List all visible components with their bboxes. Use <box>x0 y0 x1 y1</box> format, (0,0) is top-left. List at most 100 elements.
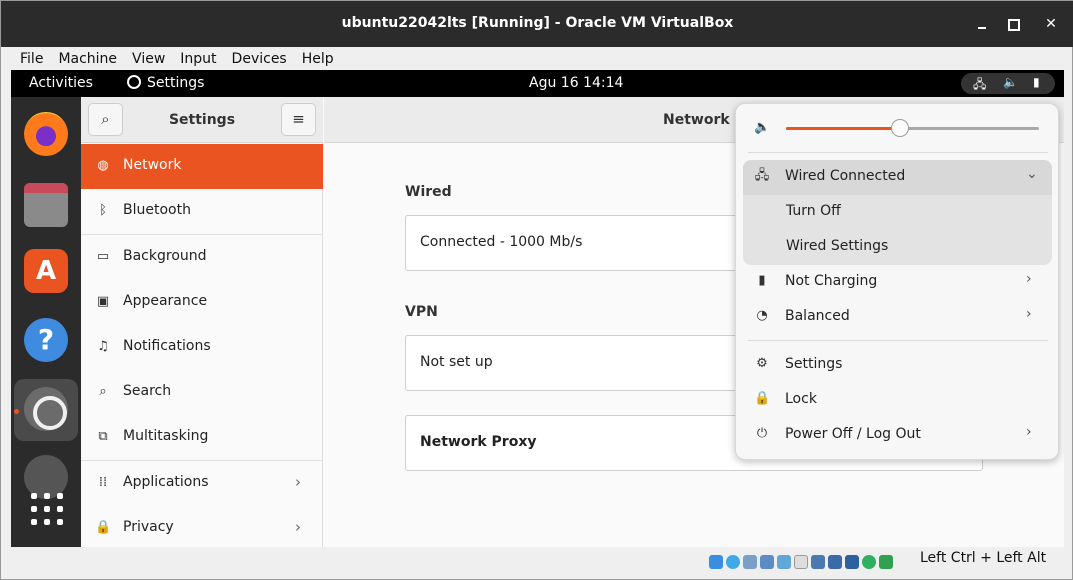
battery-label: Not Charging <box>785 273 878 289</box>
turn-off-item[interactable]: Turn Off <box>736 195 1060 228</box>
settings-sidebar: ⌕ Settings ≡ ◍ Network ᛒ Bluetooth ▭ Bac… <box>81 97 323 547</box>
wired-section-label: Wired <box>405 184 452 200</box>
menu-view[interactable]: View <box>123 47 171 69</box>
maximize-button[interactable] <box>1003 14 1023 34</box>
volume-slider[interactable] <box>786 119 1039 137</box>
menu-help[interactable]: Help <box>293 47 340 69</box>
virtualization-icon[interactable] <box>845 554 859 569</box>
search-icon: ⌕ <box>99 384 107 399</box>
power-mode-icon: ◔ <box>756 308 768 323</box>
power-item[interactable]: ⏻ Power Off / Log Out › <box>736 418 1060 451</box>
vpn-status: Not set up <box>420 354 493 370</box>
app-menu[interactable]: Settings <box>127 75 204 91</box>
gear-icon: ⚙ <box>756 356 768 371</box>
menu-devices[interactable]: Devices <box>223 47 293 69</box>
network-adapter-icon[interactable] <box>760 554 774 569</box>
divider <box>748 152 1048 153</box>
sidebar-item-label: Privacy <box>123 519 174 535</box>
hamburger-icon: ≡ <box>292 110 305 128</box>
network-proxy-label: Network Proxy <box>420 434 537 450</box>
battery-item[interactable]: ▮ Not Charging › <box>736 265 1060 298</box>
activities-button[interactable]: Activities <box>29 75 93 91</box>
network-icon: 🖧 <box>754 168 770 183</box>
guest-screen: Activities Settings Agu 16 14:14 🖧 🔈 ▮ A… <box>11 70 1064 547</box>
sidebar-item-label: Multitasking <box>123 428 209 444</box>
optical-drive-icon[interactable] <box>726 554 740 569</box>
chevron-right-icon: › <box>1026 424 1032 440</box>
show-apps-icon[interactable] <box>31 493 63 525</box>
hard-disk-icon[interactable] <box>709 554 723 569</box>
background-icon: ▭ <box>96 249 110 264</box>
sidebar-item-applications[interactable]: ⁞⁞ Applications › <box>81 461 323 506</box>
lock-label: Lock <box>785 391 817 407</box>
audio-icon[interactable] <box>743 554 757 569</box>
system-status-area[interactable]: 🖧 🔈 ▮ <box>961 73 1055 94</box>
files-icon[interactable] <box>24 183 68 227</box>
status-icons <box>709 551 896 570</box>
minimize-button[interactable] <box>972 14 992 34</box>
divider <box>748 340 1048 341</box>
host-menubar: File Machine View Input Devices Help <box>11 47 1064 70</box>
keyboard-icon[interactable] <box>879 554 893 569</box>
lock-icon: 🔒 <box>754 391 771 406</box>
wired-settings-item[interactable]: Wired Settings <box>736 230 1060 263</box>
menu-file[interactable]: File <box>11 47 49 69</box>
sidebar-item-background[interactable]: ▭ Background <box>81 235 323 280</box>
power-mode-item[interactable]: ◔ Balanced › <box>736 300 1060 333</box>
close-button[interactable]: ✕ <box>1041 14 1061 34</box>
settings-icon[interactable] <box>24 387 68 431</box>
host-title-bar: ubuntu22042lts [Running] - Oracle VM Vir… <box>1 1 1073 47</box>
usb-icon[interactable] <box>777 554 791 569</box>
sidebar-item-privacy[interactable]: 🔒 Privacy › <box>81 506 323 547</box>
network-icon: 🖧 <box>973 77 987 91</box>
help-icon[interactable]: ? <box>24 318 68 362</box>
chevron-down-icon: ⌄ <box>1026 166 1038 182</box>
software-icon[interactable]: A <box>24 249 68 293</box>
system-menu-popover: 🔈 🖧 Wired Connected ⌄ Turn Off Wired Set… <box>735 103 1059 460</box>
volume-icon: 🔈 <box>754 120 771 135</box>
sidebar-item-network[interactable]: ◍ Network <box>81 144 323 189</box>
sidebar-item-search[interactable]: ⌕ Search <box>81 370 323 415</box>
appearance-icon: ▣ <box>96 294 110 309</box>
wired-connected-item[interactable]: 🖧 Wired Connected ⌄ <box>736 160 1060 193</box>
chevron-right-icon: › <box>295 473 301 491</box>
battery-icon: ▮ <box>758 273 766 288</box>
sidebar-item-label: Notifications <box>123 338 211 354</box>
sidebar-item-multitasking[interactable]: ⧉ Multitasking <box>81 415 323 460</box>
sidebar-item-notifications[interactable]: ♫ Notifications <box>81 325 323 370</box>
sidebar-item-label: Applications <box>123 474 209 490</box>
video-capture-icon[interactable] <box>828 554 842 569</box>
multitasking-icon: ⧉ <box>98 429 108 444</box>
battery-icon: ▮ <box>1033 75 1040 89</box>
chevron-right-icon: › <box>1026 271 1032 287</box>
app-menu-label: Settings <box>147 75 205 91</box>
shared-folders-icon[interactable] <box>794 554 808 569</box>
clock[interactable]: Agu 16 14:14 <box>529 75 623 91</box>
menu-machine[interactable]: Machine <box>49 47 123 69</box>
lock-item[interactable]: 🔒 Lock <box>736 383 1060 416</box>
sidebar-item-appearance[interactable]: ▣ Appearance <box>81 280 323 325</box>
volume-slider-handle[interactable] <box>890 119 909 137</box>
host-key-label: Left Ctrl + Left Alt <box>920 550 1047 566</box>
sidebar-item-label: Search <box>123 383 172 399</box>
sidebar-item-label: Network <box>123 157 182 173</box>
display-icon[interactable] <box>811 554 825 569</box>
network-icon: ◍ <box>97 158 109 173</box>
wired-settings-label: Wired Settings <box>786 238 889 254</box>
sidebar-item-label: Appearance <box>123 293 208 309</box>
power-label: Power Off / Log Out <box>785 426 921 442</box>
dock: A ? <box>11 97 81 547</box>
mouse-integration-icon[interactable] <box>862 554 876 569</box>
wired-connected-label: Wired Connected <box>785 168 906 184</box>
host-status-bar: Left Ctrl + Left Alt <box>11 547 1064 571</box>
wired-status: Connected - 1000 Mb/s <box>420 234 583 250</box>
firefox-icon[interactable] <box>24 112 68 156</box>
menu-input[interactable]: Input <box>171 47 222 69</box>
hamburger-menu-button[interactable]: ≡ <box>281 103 316 136</box>
sidebar-item-bluetooth[interactable]: ᛒ Bluetooth <box>81 189 323 234</box>
virtualbox-window: ubuntu22042lts [Running] - Oracle VM Vir… <box>0 0 1073 580</box>
settings-item[interactable]: ⚙ Settings <box>736 348 1060 381</box>
chevron-right-icon: › <box>1026 306 1032 322</box>
settings-label: Settings <box>785 356 843 372</box>
sidebar-header: ⌕ Settings ≡ <box>81 97 323 143</box>
